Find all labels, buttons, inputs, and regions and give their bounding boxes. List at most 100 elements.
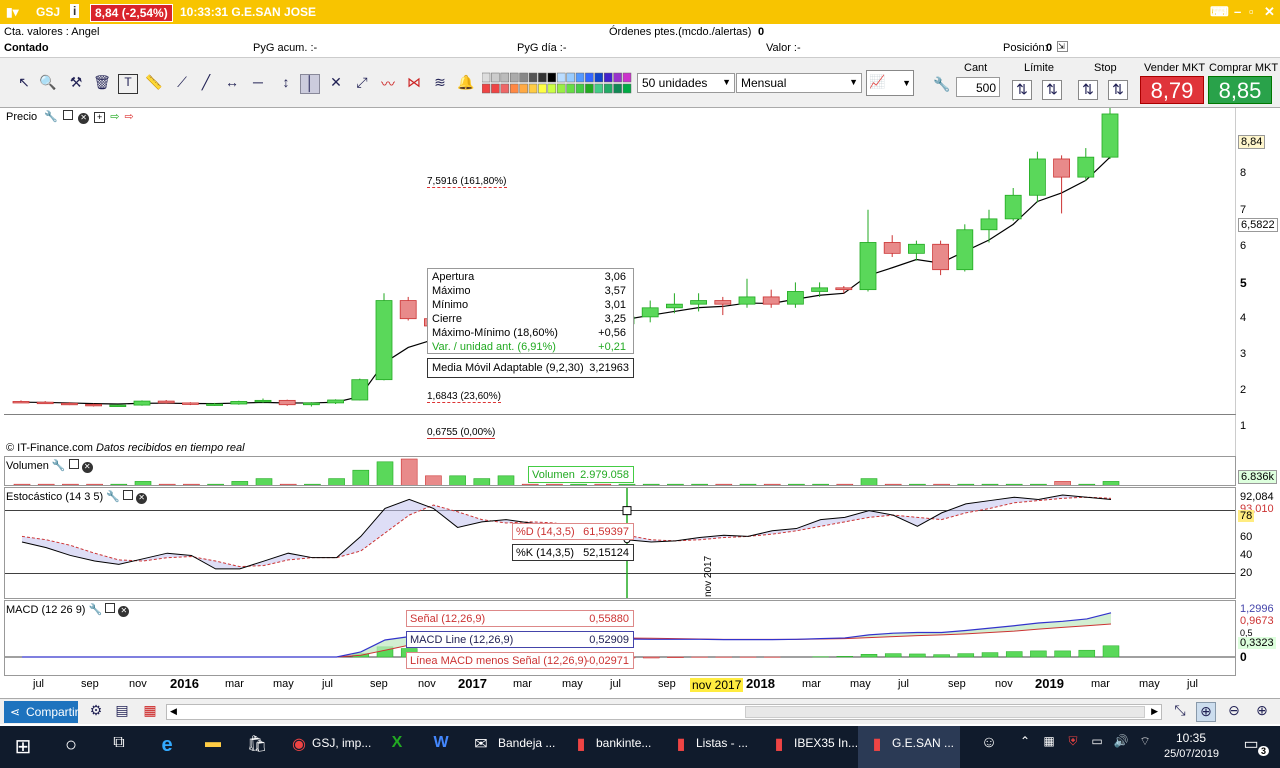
- horizontal-line-icon[interactable]: ─: [248, 74, 268, 94]
- close-panel-icon[interactable]: ✕: [81, 462, 93, 473]
- quantity-input[interactable]: 500: [956, 77, 1000, 97]
- ruler-icon[interactable]: 📏: [144, 74, 164, 94]
- taskbar-active-item[interactable]: ▮ G.E.SAN ...: [858, 726, 960, 768]
- clock-time[interactable]: 10:35: [1176, 731, 1206, 745]
- chart-app-icon[interactable]: ▮: [668, 734, 694, 760]
- stop-buy-icon[interactable]: ⇅: [1078, 80, 1098, 100]
- security-icon[interactable]: ⛨: [1060, 734, 1086, 760]
- line-icon[interactable]: ⟋: [172, 74, 192, 94]
- close-panel-icon[interactable]: ✕: [78, 113, 90, 124]
- zigzag-icon[interactable]: 〰: [378, 74, 398, 94]
- vertical-measure-icon[interactable]: ↕: [276, 74, 296, 94]
- limit-buy-icon[interactable]: ⇅: [1012, 80, 1032, 100]
- pointer-icon[interactable]: ↖: [14, 74, 34, 94]
- layout-icon[interactable]: ▦: [140, 702, 160, 722]
- candle: [762, 296, 780, 305]
- store-icon[interactable]: 🛍: [244, 734, 270, 760]
- alert-bell-icon[interactable]: 🔔: [456, 74, 476, 94]
- palette-swatch: [519, 83, 528, 94]
- period-select[interactable]: Mensual ▼: [736, 73, 862, 93]
- settings-icon[interactable]: ⚙: [86, 702, 106, 722]
- zoom-out-icon[interactable]: ⊖: [1224, 702, 1244, 722]
- chrome-icon[interactable]: ◉: [286, 734, 312, 760]
- minimize-icon[interactable]: –: [1234, 4, 1241, 19]
- limit-sell-icon[interactable]: ⇅: [1042, 80, 1062, 100]
- arrow-line-icon[interactable]: ⤢: [352, 74, 372, 94]
- task-view-icon[interactable]: ⧉: [106, 734, 132, 760]
- wifi-icon[interactable]: ⌔: [1132, 734, 1158, 760]
- chart-app-icon[interactable]: ▮: [568, 734, 594, 760]
- wrench-icon[interactable]: 🔧: [106, 491, 120, 503]
- stochastic-panel[interactable]: [4, 487, 1236, 599]
- edge-icon[interactable]: e: [154, 734, 180, 760]
- zoom-icon[interactable]: 🔍: [38, 74, 58, 94]
- fibonacci-fan-icon[interactable]: ⋈: [404, 74, 424, 94]
- ma-tooltip: Media Móvil Adaptable (9,2,30) 3,21963: [427, 358, 634, 378]
- word-icon[interactable]: W: [428, 734, 454, 760]
- vertical-line-icon[interactable]: │: [300, 74, 320, 94]
- taskbar-item[interactable]: Bandeja ...: [498, 736, 555, 750]
- clock-date[interactable]: 25/07/2019: [1164, 748, 1219, 760]
- app-menu-icon[interactable]: ▮▾: [6, 5, 19, 19]
- add-indicator-icon[interactable]: +: [94, 112, 106, 123]
- network-icon[interactable]: ▦: [1036, 734, 1062, 760]
- stop-sell-icon[interactable]: ⇅: [1108, 80, 1128, 100]
- candle: [302, 402, 320, 406]
- trash-icon[interactable]: 🗑: [92, 74, 112, 94]
- people-icon[interactable]: ☺: [976, 734, 1002, 760]
- text-tool-icon[interactable]: T: [118, 74, 138, 94]
- wrench-icon[interactable]: 🔧: [89, 604, 103, 616]
- scrollbar-thumb[interactable]: [745, 706, 1145, 718]
- hline-icon[interactable]: ↔: [222, 74, 242, 94]
- buy-mkt-button[interactable]: 8,85: [1208, 76, 1272, 104]
- maximize-icon[interactable]: [63, 110, 74, 120]
- taskbar-item[interactable]: bankinte...: [596, 736, 651, 750]
- maximize-icon[interactable]: [105, 603, 116, 613]
- horizontal-scrollbar[interactable]: ◀ ▶: [166, 704, 1162, 720]
- maximize-icon[interactable]: [123, 490, 134, 500]
- mail-icon[interactable]: ✉: [468, 734, 494, 760]
- trendline-icon[interactable]: ╱: [196, 74, 216, 94]
- scroll-left-icon[interactable]: ◀: [170, 706, 177, 717]
- chevron-up-icon[interactable]: ⌃: [1012, 734, 1038, 760]
- maximize-icon[interactable]: [68, 459, 79, 469]
- info-icon[interactable]: i: [70, 4, 80, 18]
- save-icon[interactable]: ▤: [112, 702, 132, 722]
- scroll-right-icon[interactable]: ▶: [1151, 706, 1158, 717]
- file-explorer-icon[interactable]: ▬: [200, 734, 226, 760]
- chart-app-icon[interactable]: ▮: [766, 734, 792, 760]
- cross-icon[interactable]: ✕: [326, 74, 346, 94]
- wrench-icon[interactable]: 🔧: [44, 111, 58, 123]
- zoom-fit-icon[interactable]: ⊕: [1196, 702, 1216, 722]
- share-button[interactable]: ⋖ Compartir: [4, 701, 79, 723]
- export-icon[interactable]: ⇨: [110, 111, 119, 123]
- wrench-icon[interactable]: 🔧: [52, 460, 66, 472]
- taskbar-item[interactable]: IBEX35 In...: [794, 736, 858, 750]
- battery-icon[interactable]: ▭: [1084, 734, 1110, 760]
- wrench-icon[interactable]: 🔧: [932, 76, 952, 96]
- volume-bar: [134, 481, 152, 485]
- windows-start-icon[interactable]: ⊞: [10, 734, 36, 760]
- close-position-icon[interactable]: ⇲: [1057, 41, 1068, 52]
- color-palette[interactable]: [481, 72, 634, 96]
- chart-type-select[interactable]: 📈 ▼: [866, 70, 914, 96]
- posicion-value: 0: [1046, 42, 1053, 54]
- close-panel-icon[interactable]: ✕: [118, 606, 130, 617]
- fibonacci-icon[interactable]: ≋: [430, 74, 450, 94]
- restore-icon[interactable]: ▫: [1249, 4, 1254, 19]
- zoom-in-icon[interactable]: ⊕: [1252, 702, 1272, 722]
- taskbar-item[interactable]: Listas - ...: [696, 736, 748, 750]
- keyboard-icon[interactable]: ⌨: [1210, 4, 1229, 20]
- search-icon[interactable]: ○: [58, 734, 84, 760]
- taskbar-item[interactable]: GSJ, imp...: [312, 736, 371, 750]
- units-select[interactable]: 50 unidades ▼: [637, 73, 735, 93]
- volume-icon[interactable]: 🔊: [1108, 734, 1134, 760]
- pan-icon[interactable]: ⤡: [1170, 702, 1190, 722]
- palette-swatch: [575, 72, 585, 83]
- tools-icon[interactable]: ⚒: [66, 74, 86, 94]
- close-icon[interactable]: ✕: [1264, 4, 1275, 20]
- close-panel-icon[interactable]: ✕: [136, 493, 148, 504]
- excel-icon[interactable]: X: [384, 734, 410, 760]
- exit-icon[interactable]: ⇨: [124, 111, 133, 123]
- sell-mkt-button[interactable]: 8,79: [1140, 76, 1204, 104]
